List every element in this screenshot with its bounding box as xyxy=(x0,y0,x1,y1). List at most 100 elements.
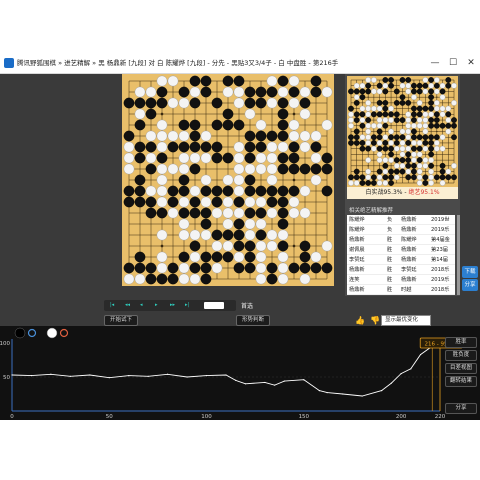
judge-position-button[interactable]: 形势判断 xyxy=(236,315,270,326)
board-black-stone xyxy=(266,185,278,197)
board-white-stone xyxy=(167,130,179,142)
reference-row[interactable]: 谢佩晨 胜 杨鼎新 第23届 xyxy=(347,245,455,255)
board-star-point xyxy=(292,178,296,182)
mini-board-black-stone xyxy=(428,77,435,83)
mini-board-black-stone xyxy=(359,174,366,181)
board-black-stone xyxy=(310,262,322,274)
mini-board-black-stone xyxy=(393,134,400,141)
winrate-chart[interactable]: 0 50 100 150 200 22050100 216 - 95.3% xyxy=(0,326,480,420)
mini-board-black-stone xyxy=(422,174,429,181)
mini-board-black-stone xyxy=(405,140,412,146)
board-white-stone xyxy=(277,273,289,285)
download-button[interactable]: 下载 xyxy=(462,266,478,278)
flip-result-button[interactable]: 翻转结果 xyxy=(445,376,477,387)
board-black-stone xyxy=(167,185,179,197)
mini-board-black-stone xyxy=(445,82,452,89)
forward-one-icon[interactable]: ▸ xyxy=(155,302,158,309)
share-side-button[interactable]: 分享 xyxy=(462,279,478,291)
back-one-icon[interactable]: ◂ xyxy=(140,302,143,309)
reference-row[interactable]: 陈耀烨 负 杨鼎新 2019乐 xyxy=(347,225,455,235)
board-svg[interactable] xyxy=(122,74,334,286)
board-black-stone xyxy=(134,152,146,164)
mini-board-white-stone xyxy=(422,77,429,83)
board-black-stone xyxy=(244,207,256,219)
mini-board-black-stone xyxy=(433,134,440,141)
start-trial-button[interactable]: 开始试下 xyxy=(104,315,138,326)
board-white-stone xyxy=(200,174,212,186)
share-chart-button[interactable]: 分享 xyxy=(445,403,477,414)
board-white-stone xyxy=(178,218,190,230)
board-black-stone xyxy=(222,108,234,120)
board-black-stone xyxy=(123,196,135,208)
board-white-stone xyxy=(123,163,135,175)
score-button[interactable]: 胜负度 xyxy=(445,350,477,361)
back-ten-icon[interactable]: ◂◂ xyxy=(125,302,130,309)
board-black-stone xyxy=(277,185,289,197)
mini-board-black-stone xyxy=(388,77,394,83)
mini-board-white-stone xyxy=(348,122,354,129)
point-diff-view-button[interactable]: 目差视图 xyxy=(445,363,477,374)
board-white-stone xyxy=(310,152,322,164)
board-white-stone xyxy=(200,229,212,241)
mini-board-black-stone xyxy=(428,105,435,112)
minimize-button[interactable]: — xyxy=(428,56,442,70)
board-star-point xyxy=(160,244,164,248)
move-number-field[interactable] xyxy=(204,302,224,309)
board-black-stone xyxy=(123,97,135,109)
reference-scrollbar[interactable] xyxy=(457,215,460,295)
mini-board-white-stone xyxy=(382,168,389,175)
winrate-button[interactable]: 胜率 xyxy=(445,337,477,348)
mini-board-white-stone xyxy=(451,82,457,89)
reference-row[interactable]: 陈耀烨 负 杨鼎新 2019世 xyxy=(347,215,455,225)
mini-board-white-stone xyxy=(405,134,412,141)
mini-board[interactable] xyxy=(347,76,458,187)
first-move-icon[interactable]: |◂ xyxy=(110,302,114,309)
reference-row[interactable]: 连笑 胜 杨鼎新 2019乐 xyxy=(347,275,455,285)
winrate-point xyxy=(390,382,392,384)
reference-row[interactable]: 李赞廷 胜 杨鼎新 第14届 xyxy=(347,255,455,265)
board-black-stone xyxy=(178,119,190,131)
mini-board-white-stone xyxy=(428,168,435,175)
go-board[interactable] xyxy=(122,74,334,286)
board-white-stone xyxy=(189,229,201,241)
board-white-stone xyxy=(156,185,168,197)
reference-row[interactable]: 杨鼎新 胜 李赞廷 2018乐 xyxy=(347,265,455,275)
board-white-stone xyxy=(189,273,201,285)
forward-ten-icon[interactable]: ▸▸ xyxy=(170,302,175,309)
reference-row[interactable]: 杨鼎新 胜 陈耀烨 第4届金 xyxy=(347,235,455,245)
mini-board-black-stone xyxy=(388,180,394,186)
close-button[interactable]: ✕ xyxy=(464,56,478,70)
board-white-stone xyxy=(167,207,179,219)
board-black-stone xyxy=(233,229,245,241)
winrate-point xyxy=(89,374,91,376)
board-white-stone xyxy=(211,207,223,219)
mini-board-black-stone xyxy=(359,145,366,152)
reference-event: 第4届金 xyxy=(431,237,450,243)
mini-board-black-stone xyxy=(428,140,435,146)
mini-board-black-stone xyxy=(405,77,412,83)
mini-board-white-stone xyxy=(416,162,423,169)
board-white-stone xyxy=(222,218,234,230)
mini-board-black-stone xyxy=(439,122,446,129)
variation-select[interactable]: 显示最优变化 xyxy=(381,315,431,326)
mini-board-black-stone xyxy=(359,140,366,146)
mini-board-white-stone xyxy=(365,140,372,146)
board-white-stone xyxy=(288,207,300,219)
mini-board-black-stone xyxy=(411,162,417,169)
maximize-button[interactable]: ☐ xyxy=(446,56,460,70)
reference-row[interactable]: 杨鼎新 胜 时越 2018乐 xyxy=(347,285,455,295)
thumbs-up-icon[interactable]: 👍 xyxy=(355,316,365,325)
board-white-stone xyxy=(222,196,234,208)
thumbs-down-icon[interactable]: 👎 xyxy=(370,316,380,325)
mini-board-white-stone xyxy=(376,140,383,146)
board-black-stone xyxy=(134,262,146,274)
reference-list: 陈耀烨负杨鼎新 2019世 陈耀烨负杨鼎新 2019乐 杨鼎新胜陈耀烨 第4届金 谢佩晨胜杨… xyxy=(347,215,455,295)
mini-board-white-stone xyxy=(416,99,423,106)
first-choice-label[interactable]: 首选 xyxy=(241,301,253,310)
last-move-icon[interactable]: ▸| xyxy=(185,302,189,309)
mini-board-white-stone xyxy=(445,128,452,135)
mini-board-svg[interactable] xyxy=(347,76,458,187)
mini-board-white-stone xyxy=(439,82,446,89)
board-white-stone xyxy=(266,152,278,164)
mini-board-black-stone xyxy=(411,111,417,118)
